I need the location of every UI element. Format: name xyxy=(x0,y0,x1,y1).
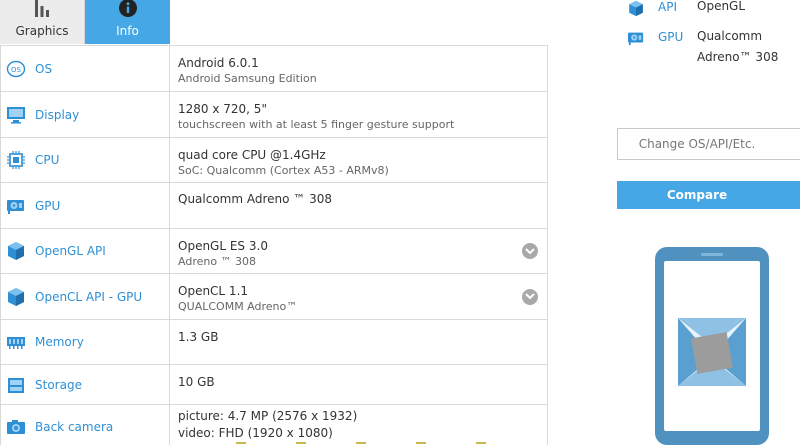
os-icon: OS xyxy=(5,58,27,80)
row-label-cell: OpenGL API xyxy=(1,229,170,273)
cpu-value: quad core CPU @1.4GHz xyxy=(178,148,326,162)
opencl-value: OpenCL 1.1 xyxy=(178,284,249,298)
storage-value: 10 GB xyxy=(178,375,215,389)
opengl-label: OpenGL API xyxy=(35,244,106,258)
storage-label: Storage xyxy=(35,377,82,392)
opencl-label: OpenCL API - GPU xyxy=(35,289,143,304)
row-label-cell: Storage xyxy=(1,365,170,404)
row-storage: Storage 10 GB xyxy=(1,365,547,405)
tab-graphics-label: Graphics xyxy=(15,24,69,38)
tab-bar: Graphics Info xyxy=(0,0,170,44)
cube-icon xyxy=(628,0,644,21)
row-os: OS OS Android 6.0.1 Android Samsung Edit… xyxy=(1,46,547,92)
cpu-subvalue: SoC: Qualcomm (Cortex A53 - ARMv8) xyxy=(178,164,389,177)
display-subvalue: touchscreen with at least 5 finger gestu… xyxy=(178,118,455,131)
row-opencl: OpenCL API - GPU OpenCL 1.1 QUALCOMM Adr… xyxy=(1,274,547,320)
row-label-cell: OS OS xyxy=(1,46,170,91)
row-label-cell: GPU xyxy=(1,183,170,228)
storage-icon xyxy=(5,374,27,396)
os-subvalue: Android Samsung Edition xyxy=(178,72,317,85)
row-memory: Memory 1.3 GB xyxy=(1,320,547,365)
phone-icon xyxy=(655,247,769,445)
bar-chart-icon xyxy=(34,0,50,20)
row-gpu: GPU Qualcomm Adreno ™ 308 xyxy=(1,183,547,229)
svg-text:OS: OS xyxy=(11,66,22,74)
row-label-cell: Display xyxy=(1,92,170,137)
camera-icon xyxy=(5,416,27,438)
change-os-api-button[interactable]: Change OS/API/Etc. xyxy=(617,128,800,160)
gpu-value-line2: Adreno™ 308 xyxy=(697,50,779,64)
camera-value: picture: 4.7 MP (2576 x 1932) xyxy=(178,409,358,423)
opencl-subvalue: QUALCOMM Adreno™ xyxy=(178,300,298,313)
tab-graphics[interactable]: Graphics xyxy=(0,0,85,44)
gpu-value: Qualcomm Adreno ™ 308 xyxy=(178,192,333,206)
info-table: OS OS Android 6.0.1 Android Samsung Edit… xyxy=(0,45,548,445)
row-label-cell: OpenCL API - GPU xyxy=(1,274,170,319)
memory-icon xyxy=(5,331,27,353)
row-label-cell: CPU xyxy=(1,138,170,182)
memory-value: 1.3 GB xyxy=(178,330,219,344)
row-label-cell: Back camera xyxy=(1,405,170,445)
api-value: OpenGL xyxy=(697,0,746,13)
cube-icon xyxy=(5,286,27,308)
opengl-subvalue: Adreno ™ 308 xyxy=(178,255,257,268)
row-label-cell: Memory xyxy=(1,320,170,364)
cpu-label: CPU xyxy=(35,153,60,167)
row-value-cell: OpenCL 1.1 QUALCOMM Adreno™ xyxy=(170,274,547,319)
row-value-cell: quad core CPU @1.4GHz SoC: Qualcomm (Cor… xyxy=(170,138,547,182)
os-label: OS xyxy=(35,61,53,76)
memory-label: Memory xyxy=(35,335,84,349)
os-value: Android 6.0.1 xyxy=(178,56,259,70)
gpu-label: GPU xyxy=(35,198,61,213)
row-camera: Back camera picture: 4.7 MP (2576 x 1932… xyxy=(1,405,547,445)
next-row-glimpse xyxy=(236,442,486,444)
cpu-icon xyxy=(5,149,27,171)
row-value-cell: 1280 x 720, 5" touchscreen with at least… xyxy=(170,92,547,137)
row-value-cell: picture: 4.7 MP (2576 x 1932) video: FHD… xyxy=(170,405,547,445)
device-info-page: Graphics Info OS OS Android 6.0.1 Androi… xyxy=(0,0,800,445)
row-value-cell: Android 6.0.1 Android Samsung Edition xyxy=(170,46,547,91)
api-key-label: API xyxy=(658,0,677,14)
gpu-icon xyxy=(5,195,27,217)
display-label: Display xyxy=(35,107,80,122)
row-value-cell: Qualcomm Adreno ™ 308 xyxy=(170,183,547,228)
row-opengl: OpenGL API OpenGL ES 3.0 Adreno ™ 308 xyxy=(1,229,547,274)
row-display: Display 1280 x 720, 5" touchscreen with … xyxy=(1,92,547,138)
camera-subvalue: video: FHD (1920 x 1080) xyxy=(178,426,333,440)
row-value-cell: 10 GB xyxy=(170,365,547,404)
opengl-value: OpenGL ES 3.0 xyxy=(178,239,268,253)
tab-info[interactable]: Info xyxy=(85,0,170,44)
expand-opengl-button[interactable] xyxy=(522,243,538,259)
row-value-cell: OpenGL ES 3.0 Adreno ™ 308 xyxy=(170,229,547,273)
chevron-down-icon xyxy=(525,293,535,300)
compare-button[interactable]: Compare xyxy=(617,181,800,209)
gpu-icon xyxy=(627,30,645,50)
row-value-cell: 1.3 GB xyxy=(170,320,547,364)
tab-info-label: Info xyxy=(116,24,139,38)
expand-opencl-button[interactable] xyxy=(522,288,538,305)
gpu-value-line1: Qualcomm xyxy=(697,29,763,43)
row-cpu: CPU quad core CPU @1.4GHz SoC: Qualcomm … xyxy=(1,138,547,183)
monitor-icon xyxy=(5,104,27,126)
chevron-down-icon xyxy=(525,247,535,254)
info-icon xyxy=(118,0,137,20)
camera-label: Back camera xyxy=(35,420,114,434)
gpu-key-label: GPU xyxy=(658,30,684,44)
cube-icon xyxy=(5,240,27,262)
display-value: 1280 x 720, 5" xyxy=(178,102,267,116)
